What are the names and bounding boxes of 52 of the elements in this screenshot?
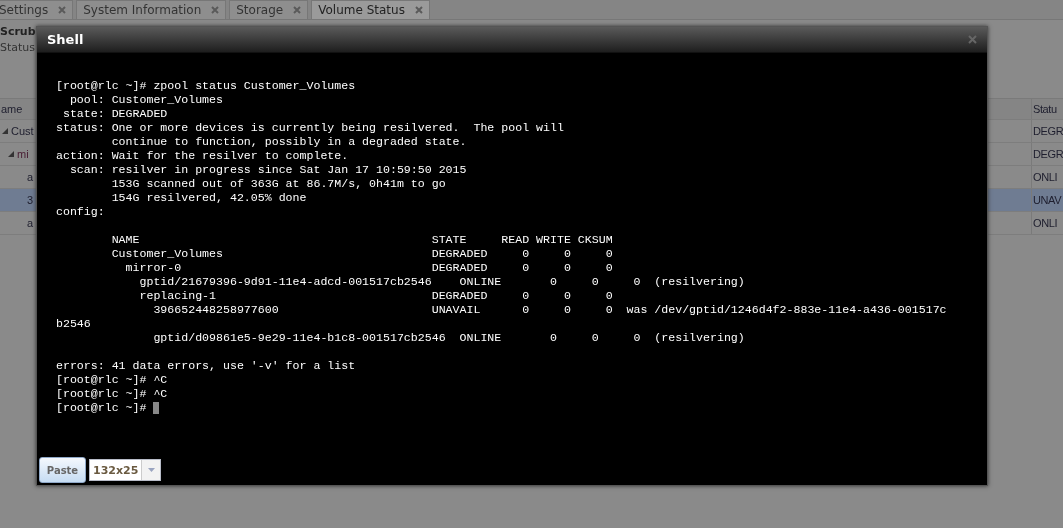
caret-icon [147, 468, 155, 472]
tab[interactable]: Storage [229, 0, 309, 19]
terminal-line: gptid/21679396-9d91-11e4-adcd-001517cb2546 ONLINE 0 0 0 (resilvering) [138, 275, 745, 289]
terminal-line: errors: 41 data errors, use '-v' for a list [56, 359, 356, 373]
table-cell: Cust [11, 125, 34, 137]
table-cell: mi [17, 148, 29, 160]
terminal-line: gptid/d09861e5-9e29-11e4-b1c8-001517cb2546 ONLINE 0 0 0 (resilvering) [152, 331, 745, 345]
terminal-line: scan: resilver in progress since Sat Jan 17 10:59:50 2015 [68, 163, 467, 177]
paste-button[interactable]: Paste [39, 457, 86, 483]
terminal-line: [root@rlc ~]# zpool status Customer_Volumes [56, 79, 356, 93]
column-header[interactable]: Statu [1031, 99, 1063, 119]
terminal-line: 154G resilvered, 42.05% done [110, 191, 307, 205]
collapse-icon[interactable] [2, 128, 8, 134]
column-header[interactable]: ame [0, 99, 37, 119]
table-cell: ONLI [1031, 166, 1063, 188]
terminal-line: NAME STATE READ WRITE CKSUM [110, 233, 613, 247]
table-cell: UNAV [1031, 189, 1063, 211]
close-icon[interactable] [414, 6, 423, 14]
terminal-line: mirror-0 DEGRADED 0 0 0 [124, 261, 613, 275]
terminal-line: replacing-1 DEGRADED 0 0 0 [138, 289, 613, 303]
table-cell: DEGR [1031, 143, 1063, 165]
terminal-line: Customer_Volumes DEGRADED 0 0 0 [110, 247, 613, 261]
table-cell: ONLI [1031, 212, 1063, 234]
terminal-line: action: Wait for the resilver to complete. [56, 149, 349, 163]
collapse-icon[interactable] [8, 151, 14, 157]
terminal-line: 396652448258977600 UNAVAIL 0 0 0 was /dev/gptid/1246d4f2-883e-11e4-a436-001517c [152, 303, 947, 317]
tab[interactable]: System Information [76, 0, 227, 19]
table-cell: 3 [27, 194, 34, 206]
dialog-title: Shell [47, 32, 84, 47]
terminal-line: [root@rlc ~]# ^C [56, 373, 168, 387]
terminal-line: pool: Customer_Volumes [68, 93, 223, 107]
table-cell: DEGR [1031, 120, 1063, 142]
close-icon[interactable] [211, 6, 220, 14]
terminal-line: [root@rlc ~]# ^C [56, 387, 168, 401]
close-icon[interactable] [58, 6, 67, 14]
tab[interactable]: Settings [0, 0, 74, 19]
terminal-line: continue to function, possibly in a degraded state. [110, 135, 467, 149]
size-select[interactable]: 132x25 [89, 459, 162, 481]
tab[interactable]: Volume Status [311, 0, 430, 19]
terminal-line: state: DEGRADED [61, 107, 168, 121]
table-cell: a [27, 171, 34, 183]
terminal-line: config: [56, 205, 105, 219]
text-cursor [153, 402, 160, 414]
status-label: Status [0, 41, 37, 54]
table-cell: a [27, 217, 34, 229]
terminal-line: 153G scanned out of 363G at 86.7M/s, 0h41m to go [110, 177, 446, 191]
close-icon[interactable] [968, 35, 977, 44]
close-icon[interactable] [293, 6, 302, 14]
terminal-line: b2546 [56, 317, 91, 331]
terminal-line: status: One or more devices is currently being resilvered. The pool will [56, 121, 564, 135]
section-heading: Scrub [0, 25, 37, 38]
terminal-line: [root@rlc ~]# [56, 401, 148, 415]
